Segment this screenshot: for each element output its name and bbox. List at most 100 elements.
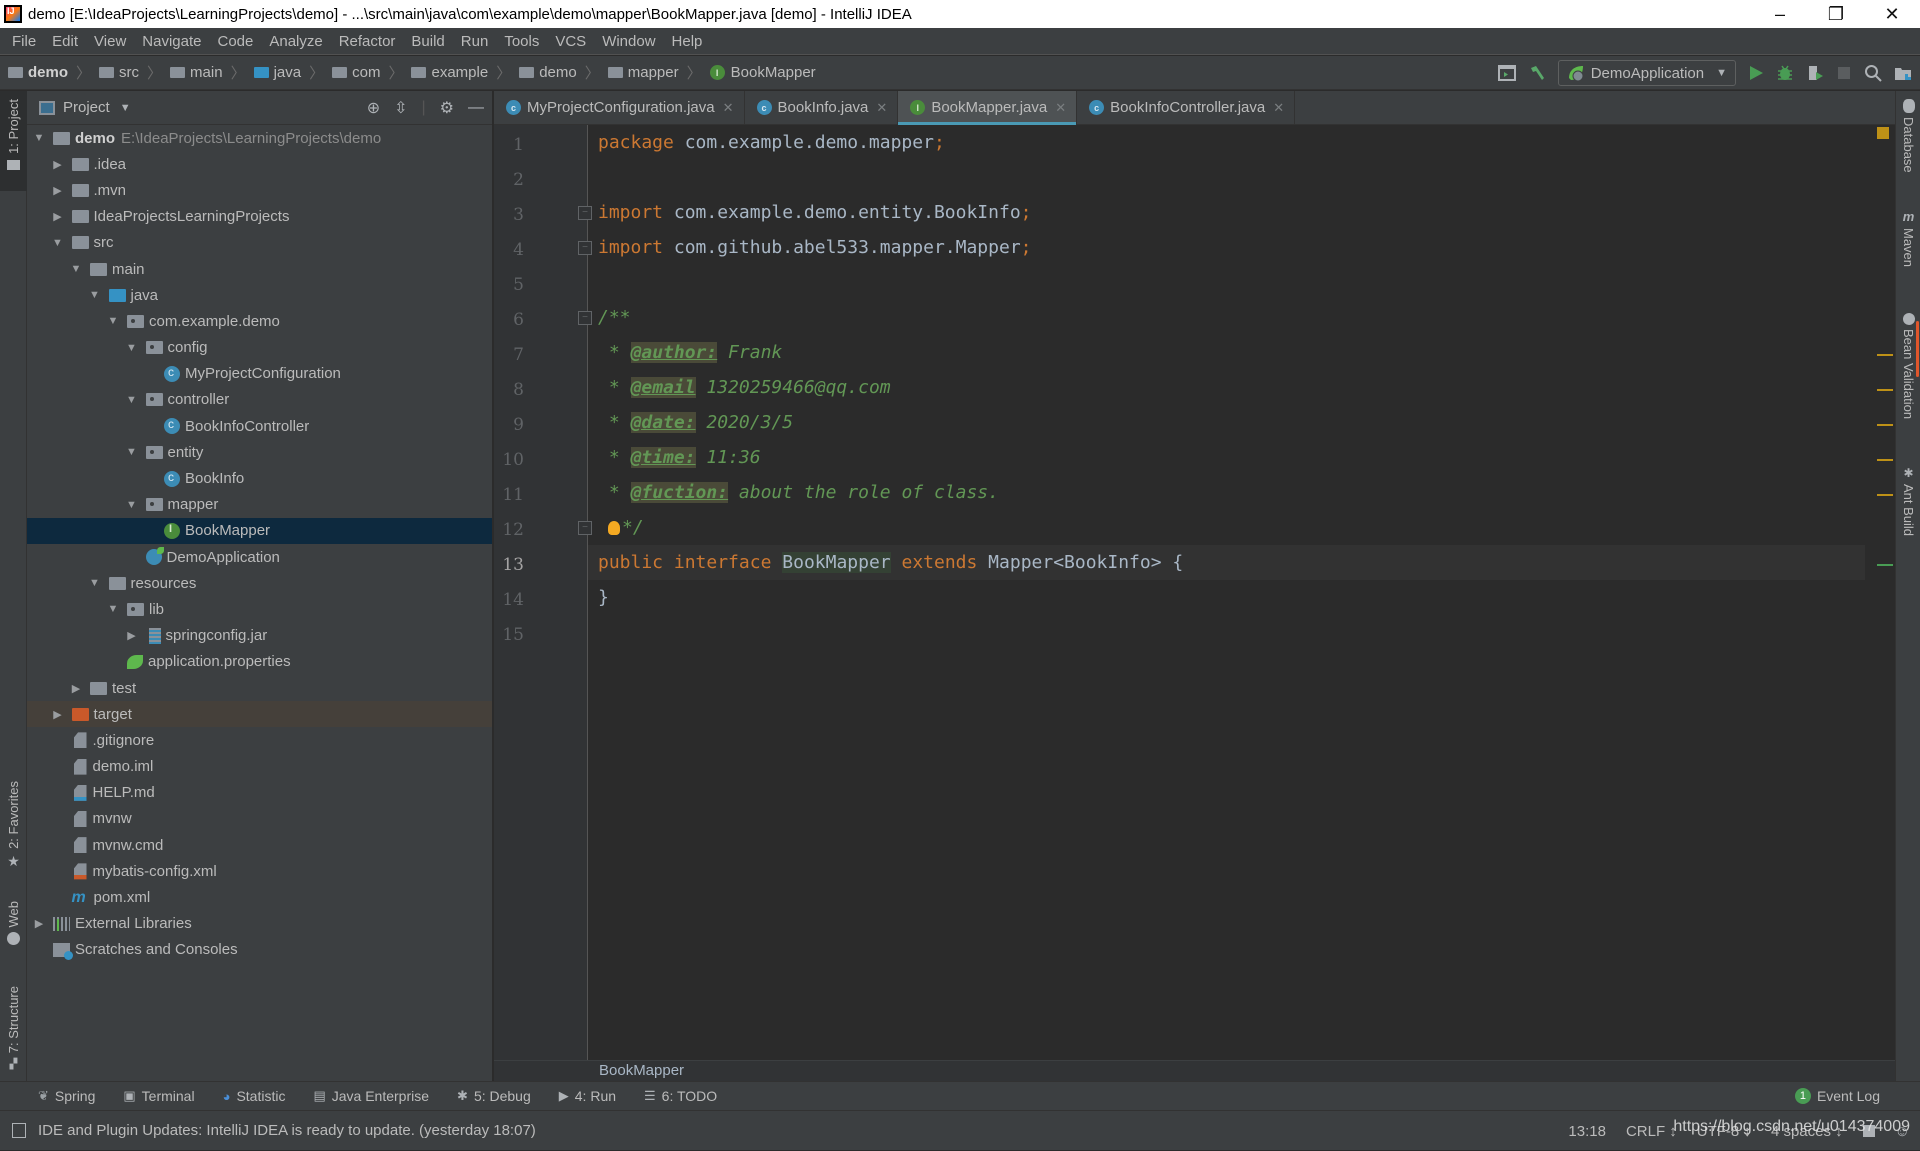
run-with-coverage-icon[interactable]	[1806, 64, 1824, 82]
expand-arrow-icon[interactable]: ▼	[68, 263, 84, 275]
tree-item[interactable]: ▶mybatis-config.xml	[27, 858, 492, 884]
tree-item[interactable]: ▶ target	[27, 701, 492, 728]
tree-item[interactable]: ▼ config	[27, 335, 492, 361]
expand-arrow-icon[interactable]: ▼	[31, 132, 47, 144]
locate-file-icon[interactable]: ⊕	[367, 98, 380, 118]
expand-arrow-icon[interactable]: ▼	[105, 603, 121, 615]
close-button[interactable]: ✕	[1864, 4, 1920, 25]
warning-marker[interactable]	[1877, 494, 1893, 496]
tree-item[interactable]: ▼ java	[27, 282, 492, 308]
breadcrumb-demo-package[interactable]: demo 〉	[511, 62, 600, 83]
toggle-tool-windows-icon[interactable]	[12, 1123, 26, 1138]
tree-item[interactable]: ▶demo.iml	[27, 754, 492, 780]
tree-item[interactable]: ▶ springconfig.jar	[27, 623, 492, 649]
intention-bulb-icon[interactable]	[608, 520, 620, 535]
breadcrumb-mapper[interactable]: mapper 〉	[600, 62, 702, 83]
tool-tab-web[interactable]: Web	[0, 901, 27, 961]
change-marker[interactable]	[1877, 564, 1893, 566]
breadcrumb-java[interactable]: java 〉	[246, 62, 324, 83]
tree-item[interactable]: ▶MyProjectConfiguration	[27, 361, 492, 387]
warning-marker[interactable]	[1877, 389, 1893, 391]
tool-window-statistic[interactable]: ◕ Statistic	[223, 1088, 286, 1104]
collapse-arrow-icon[interactable]: ▶	[68, 682, 84, 695]
breadcrumb-src[interactable]: src 〉	[91, 62, 162, 83]
tree-item[interactable]: ▶mpom.xml	[27, 884, 492, 910]
breadcrumb-com[interactable]: com 〉	[324, 62, 403, 83]
collapse-arrow-icon[interactable]: ▶	[50, 158, 66, 171]
menu-build[interactable]: Build	[403, 33, 452, 50]
project-structure-icon[interactable]	[1894, 64, 1912, 82]
close-icon[interactable]: ✕	[1273, 100, 1284, 116]
expand-arrow-icon[interactable]: ▼	[124, 446, 140, 458]
breadcrumb-bookmapper[interactable]: I BookMapper	[702, 64, 816, 81]
tool-tab-database[interactable]: Database	[1896, 99, 1920, 173]
minimize-button[interactable]: –	[1752, 4, 1808, 25]
collapse-arrow-icon[interactable]: ▶	[50, 210, 66, 223]
build-hammer-icon[interactable]	[1528, 64, 1546, 82]
menu-view[interactable]: View	[86, 33, 134, 50]
stop-icon[interactable]	[1836, 65, 1852, 81]
tool-window-java-enterprise[interactable]: ▤ Java Enterprise	[313, 1088, 429, 1104]
code-editor[interactable]: 1 2 3 4 5 6 7 8 9 10 11 12 13 14 15 − − …	[494, 125, 1895, 1060]
collapse-arrow-icon[interactable]: ▶	[50, 708, 66, 721]
tree-item[interactable]: ▶ .idea	[27, 151, 492, 177]
restore-button[interactable]: ❐	[1808, 4, 1864, 25]
fold-toggle-icon[interactable]: −	[578, 311, 592, 325]
inspection-status-icon[interactable]	[1877, 127, 1889, 139]
tab-bookmapper[interactable]: I BookMapper.java ✕	[898, 91, 1078, 125]
tree-item[interactable]: ▶DemoApplication	[27, 544, 492, 570]
error-stripe[interactable]	[1873, 125, 1895, 1060]
breadcrumb-main[interactable]: main 〉	[162, 62, 246, 83]
tree-item[interactable]: ▶mvnw	[27, 806, 492, 832]
gear-icon[interactable]: ⚙	[440, 98, 454, 118]
run-anything-icon[interactable]	[1497, 65, 1516, 81]
tool-tab-ant-build[interactable]: ✱ Ant Build	[1896, 466, 1920, 536]
tree-item[interactable]: ▼ com.example.demo	[27, 308, 492, 334]
menu-help[interactable]: Help	[664, 33, 711, 50]
debug-icon[interactable]	[1776, 64, 1794, 82]
warning-marker[interactable]	[1877, 424, 1893, 426]
expand-arrow-icon[interactable]: ▼	[87, 289, 103, 301]
expand-arrow-icon[interactable]: ▼	[124, 499, 140, 511]
tree-item[interactable]: ▶.gitignore	[27, 727, 492, 753]
tree-item[interactable]: ▼ demo E:\IdeaProjects\LearningProjects\de…	[27, 125, 492, 151]
tree-item[interactable]: ▼ entity	[27, 439, 492, 465]
expand-arrow-icon[interactable]: ▼	[105, 315, 121, 327]
tree-item[interactable]: ▼ lib	[27, 596, 492, 622]
project-view-selector[interactable]: Project	[63, 99, 110, 116]
collapse-arrow-icon[interactable]: ▶	[50, 184, 66, 197]
menu-file[interactable]: File	[4, 33, 44, 50]
tool-tab-maven[interactable]: m Maven	[1896, 209, 1920, 267]
collapse-all-icon[interactable]: ⇳	[394, 98, 407, 118]
fold-toggle-icon[interactable]: −	[578, 206, 592, 220]
tab-bookinfocontroller[interactable]: c BookInfoController.java ✕	[1077, 91, 1296, 124]
tree-item[interactable]: ▶application.properties	[27, 649, 492, 675]
tree-item[interactable]: ▶mvnw.cmd	[27, 832, 492, 858]
menu-code[interactable]: Code	[209, 33, 261, 50]
close-icon[interactable]: ✕	[876, 100, 887, 116]
breadcrumb-demo[interactable]: demo 〉	[0, 62, 91, 83]
status-message[interactable]: IDE and Plugin Updates: IntelliJ IDEA is…	[38, 1122, 536, 1139]
menu-run[interactable]: Run	[453, 33, 497, 50]
search-icon[interactable]	[1864, 64, 1882, 82]
collapse-arrow-icon[interactable]: ▶	[31, 917, 47, 930]
tree-item[interactable]: ▼ controller	[27, 387, 492, 413]
tree-item[interactable]: ▶BookMapper	[27, 517, 492, 544]
tree-item[interactable]: ▼ src	[27, 230, 492, 256]
tree-item[interactable]: ▶ test	[27, 675, 492, 701]
editor-breadcrumb[interactable]: BookMapper	[599, 1062, 684, 1079]
menu-vcs[interactable]: VCS	[547, 33, 594, 50]
chevron-down-icon[interactable]: ▼	[120, 102, 131, 114]
tree-item[interactable]: ▶HELP.md	[27, 780, 492, 806]
tool-tab-structure[interactable]: 7: Structure ▞	[0, 986, 27, 1086]
expand-arrow-icon[interactable]: ▼	[124, 394, 140, 406]
tab-myprojectconfiguration[interactable]: c MyProjectConfiguration.java ✕	[494, 91, 745, 124]
warning-marker[interactable]	[1877, 354, 1893, 356]
breadcrumb-example[interactable]: example 〉	[403, 62, 511, 83]
tool-window-run[interactable]: ▶ 4: Run	[559, 1088, 616, 1104]
menu-tools[interactable]: Tools	[496, 33, 547, 50]
tool-window-terminal[interactable]: ▣ Terminal	[123, 1088, 194, 1104]
tree-item[interactable]: ▼ resources	[27, 570, 492, 596]
warning-marker[interactable]	[1877, 459, 1893, 461]
tool-tab-favorites[interactable]: 2: Favorites ★	[0, 781, 27, 881]
